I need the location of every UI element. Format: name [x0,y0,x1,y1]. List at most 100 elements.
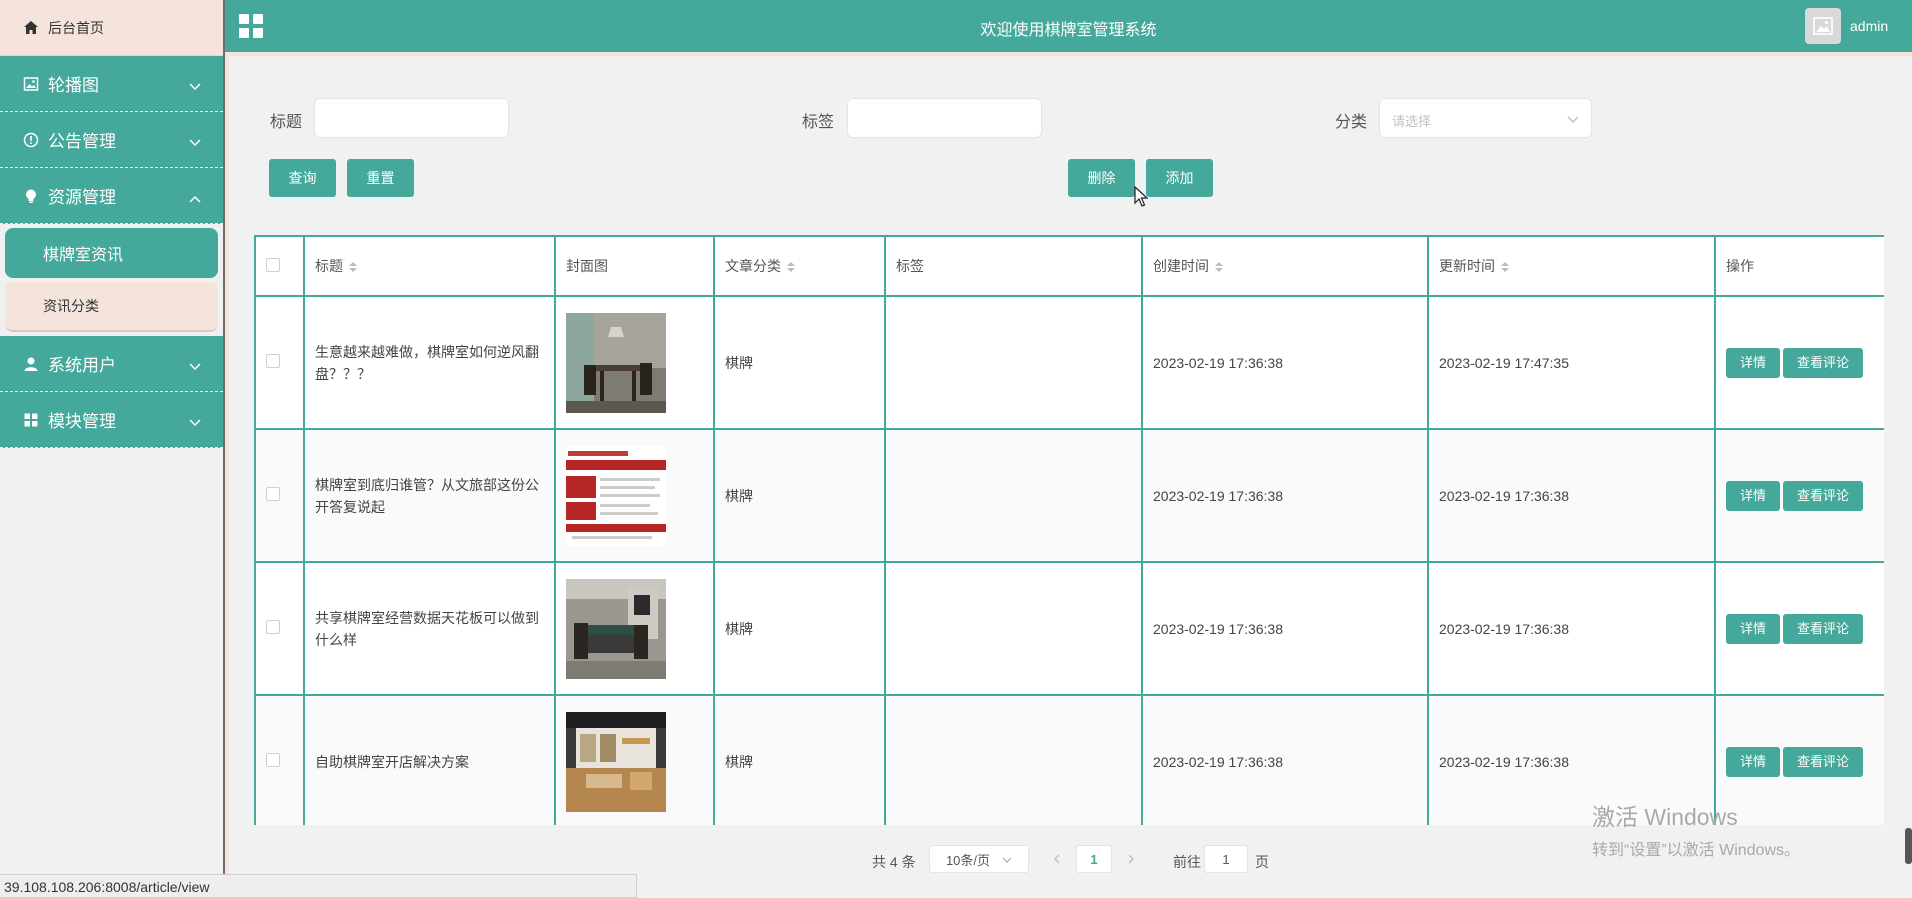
sort-icon[interactable] [1501,262,1509,273]
next-page-button[interactable] [1117,845,1145,873]
cover-image-shop [566,711,666,812]
column-header: 封面图 [554,235,715,297]
chevron-down-icon [189,356,201,376]
chevron-up-icon [189,188,201,208]
scrollbar-thumb[interactable] [1905,828,1912,864]
reset-button[interactable]: 重置 [347,159,414,197]
article-category: 棋牌 [713,428,886,563]
row-checkbox[interactable] [266,487,280,501]
add-button[interactable]: 添加 [1146,159,1213,197]
chevron-down-icon [1002,852,1012,867]
article-category: 棋牌 [713,561,886,696]
row-actions: 详情 查看评论 [1714,295,1884,430]
chevron-down-icon [1567,112,1579,127]
sidebar-item-home[interactable]: 后台首页 [0,0,223,56]
column-header[interactable]: 文章分类 [713,235,886,297]
bulb-icon [22,187,40,205]
detail-button[interactable]: 详情 [1726,613,1781,644]
info-icon [22,131,40,149]
tag-input[interactable] [847,98,1042,138]
main-content: 标题 标签 分类 请选择 查询 重置 删除 添加 标题 封面图 文章分类 标签 … [225,52,1912,898]
goto-prefix: 前往 [1173,854,1201,870]
pagination-total: 共 4 条 [872,854,916,870]
sidebar-menu-label: 轮播图 [48,76,99,95]
user-icon [22,355,40,373]
article-tag [884,694,1143,825]
view-comments-button[interactable]: 查看评论 [1783,613,1864,644]
username[interactable]: admin [1850,18,1888,34]
windows-activation-watermark: 激活 Windows 转到“设置”以激活 Windows。 [1592,798,1800,860]
row-checkbox[interactable] [266,753,280,767]
article-tag [884,561,1143,696]
article-title: 自助棋牌室开店解决方案 [303,694,556,825]
sidebar-menu-carousel[interactable]: 轮播图 [0,56,223,112]
header: 欢迎使用棋牌室管理系统 admin [225,0,1912,52]
page-size-select[interactable]: 10条/页 [929,845,1029,873]
row-checkbox[interactable] [266,354,280,368]
goto-suffix: 页 [1255,854,1269,870]
sidebar-item-article[interactable]: 棋牌室资讯 [5,228,218,278]
table-row: 生意越来越难做，棋牌室如何逆风翻盘？？？ 棋牌 2023-02-19 17:36… [254,295,1884,430]
article-title: 棋牌室到底归谁管？从文旅部这份公开答复说起 [303,428,556,563]
table-row: 棋牌室到底归谁管？从文旅部这份公开答复说起 棋牌 2023-02-19 17:3… [254,428,1884,563]
view-comments-button[interactable]: 查看评论 [1783,480,1864,511]
status-bar-url: 39.108.108.206:8008/article/view [0,874,637,898]
updated-time: 2023-02-19 17:36:38 [1427,428,1716,563]
select-all-cell[interactable] [254,235,305,297]
sidebar-menu-label: 公告管理 [48,132,116,151]
category-select[interactable]: 请选择 [1379,98,1592,138]
article-tag [884,295,1143,430]
created-time: 2023-02-19 17:36:38 [1141,295,1429,430]
table-header-row: 标题 封面图 文章分类 标签 创建时间 更新时间 操作 [254,235,1884,297]
delete-button[interactable]: 删除 [1068,159,1135,197]
sidebar-menu-notice[interactable]: 公告管理 [0,112,223,168]
category-filter-label: 分类 [1335,114,1368,131]
grid-icon [22,411,40,429]
sidebar-menu-label: 资源管理 [48,188,116,207]
title-input[interactable] [314,98,509,138]
detail-button[interactable]: 详情 [1726,347,1781,378]
chevron-left-icon [1054,854,1060,864]
detail-button[interactable]: 详情 [1726,746,1781,777]
sidebar-menu-label: 系统用户 [48,356,116,375]
view-comments-button[interactable]: 查看评论 [1783,746,1864,777]
row-actions: 详情 查看评论 [1714,561,1884,696]
cover-image-webpage [566,445,666,546]
detail-button[interactable]: 详情 [1726,480,1781,511]
updated-time: 2023-02-19 17:36:38 [1427,561,1716,696]
select-all-checkbox[interactable] [266,257,280,272]
query-button[interactable]: 查询 [269,159,336,197]
chevron-down-icon [189,132,201,152]
column-header[interactable]: 更新时间 [1427,235,1716,297]
sort-icon[interactable] [349,262,357,273]
article-tag [884,428,1143,563]
article-table: 标题 封面图 文章分类 标签 创建时间 更新时间 操作 生意越来越难做，棋牌室如… [254,235,1884,825]
cover-image-room [566,312,666,413]
row-checkbox[interactable] [266,620,280,634]
column-header[interactable]: 创建时间 [1141,235,1429,297]
tag-filter-label: 标签 [802,114,835,131]
title-filter-label: 标题 [270,114,303,131]
page-title: 欢迎使用棋牌室管理系统 [980,22,1157,39]
sort-icon[interactable] [787,262,795,273]
article-category: 棋牌 [713,295,886,430]
row-actions: 详情 查看评论 [1714,428,1884,563]
cover-image [554,694,715,825]
avatar[interactable] [1805,8,1841,44]
cover-image [554,561,715,696]
sidebar-menu-users[interactable]: 系统用户 [0,336,223,392]
column-header: 操作 [1714,235,1884,297]
sidebar-menu-resource[interactable]: 资源管理 [0,168,223,224]
sidebar-item-article-category[interactable]: 资讯分类 [5,282,218,332]
image-placeholder-icon [1813,17,1833,35]
view-comments-button[interactable]: 查看评论 [1783,347,1864,378]
sidebar-home-label: 后台首页 [48,19,104,36]
cover-image-mahjong-room [566,578,666,679]
prev-page-button[interactable] [1043,845,1071,873]
column-header[interactable]: 标题 [303,235,556,297]
page-number-current[interactable]: 1 [1076,845,1112,873]
sidebar-menu-modules[interactable]: 模块管理 [0,392,223,448]
goto-page-input[interactable]: 1 [1204,845,1248,873]
sort-icon[interactable] [1215,262,1223,273]
chevron-down-icon [189,412,201,432]
